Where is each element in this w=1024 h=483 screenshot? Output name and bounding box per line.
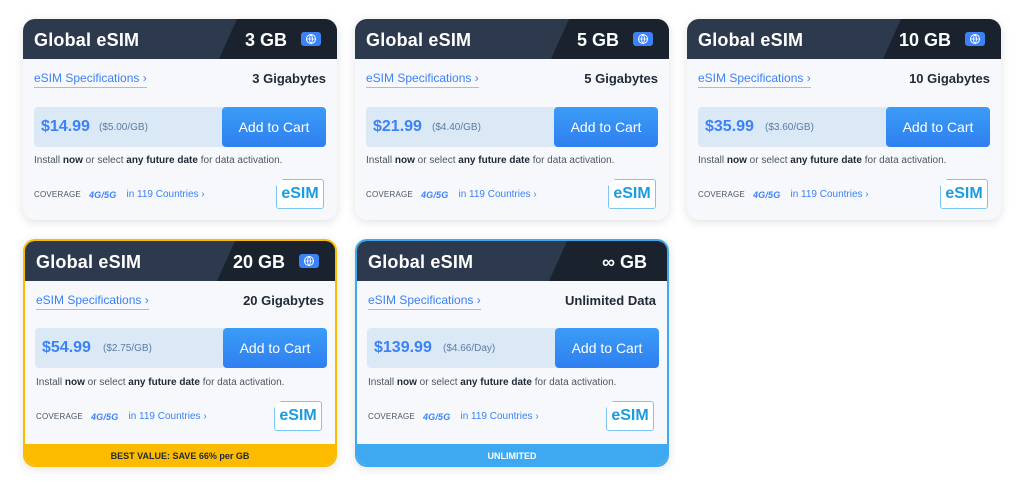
data-amount: 5 Gigabytes (584, 71, 658, 86)
plan-name: Global eSIM (366, 30, 472, 50)
plan-size: 10 GB (898, 30, 951, 50)
countries-link[interactable]: in 119 Countries › (126, 189, 204, 200)
activation-note: Install now or select any future date fo… (34, 155, 283, 166)
coverage-info: COVERAGE 4G/5G in 119 Countries › (34, 189, 205, 200)
plan-card-unlimited: Global eSIM ∞ GB eSIM Specifications › U… (355, 239, 669, 467)
best-value-banner: BEST VALUE: SAVE 66% per GB (25, 444, 335, 465)
esim-badge-icon: eSIM (276, 179, 324, 209)
plan-size: 5 GB (576, 30, 619, 50)
countries-link[interactable]: in 119 Countries › (790, 189, 868, 200)
specifications-link[interactable]: eSIM Specifications › (366, 71, 479, 88)
coverage-info: COVERAGE 4G/5G in 119 Countries › (366, 189, 537, 200)
add-to-cart-button[interactable]: Add to Cart (222, 107, 326, 147)
price-per-unit: ($4.66/Day) (443, 343, 496, 354)
unlimited-banner: UNLIMITED (357, 444, 667, 465)
plan-name: Global eSIM (34, 30, 140, 50)
specifications-link[interactable]: eSIM Specifications › (34, 71, 147, 88)
coverage-info: COVERAGE 4G/5G in 119 Countries › (36, 411, 207, 422)
plan-card-3gb: Global eSIM 3 GB eSIM Specifications › 3… (23, 19, 337, 220)
data-amount: 3 Gigabytes (252, 71, 326, 86)
plan-card-20gb: Global eSIM 20 GB eSIM Specifications › … (23, 239, 337, 467)
data-amount: 20 Gigabytes (243, 293, 324, 308)
plan-size: 20 GB (232, 252, 285, 272)
card-header: Global eSIM 10 GB (687, 19, 1001, 59)
price-per-unit: ($4.40/GB) (432, 122, 481, 133)
countries-link[interactable]: in 119 Countries › (460, 411, 538, 422)
esim-badge-icon: eSIM (274, 401, 322, 431)
price-row: $35.99 ($3.60/GB) Add to Cart (698, 107, 990, 147)
plan-name: Global eSIM (368, 252, 474, 272)
price: $35.99 (705, 118, 754, 135)
network-type: 4G/5G (88, 189, 117, 200)
globe-icon (299, 254, 319, 268)
card-header: Global eSIM 5 GB (355, 19, 669, 59)
add-to-cart-button[interactable]: Add to Cart (223, 328, 327, 368)
price-per-unit: ($5.00/GB) (99, 122, 148, 133)
globe-icon (965, 32, 985, 46)
price: $14.99 (41, 118, 90, 135)
network-type: 4G/5G (90, 411, 119, 422)
activation-note: Install now or select any future date fo… (698, 155, 947, 166)
plan-card-5gb: Global eSIM 5 GB eSIM Specifications › 5… (355, 19, 669, 220)
esim-badge-icon: eSIM (606, 401, 654, 431)
card-header: Global eSIM 3 GB (23, 19, 337, 59)
globe-icon (633, 32, 653, 46)
plan-size: ∞ GB (602, 252, 647, 272)
specifications-link[interactable]: eSIM Specifications › (698, 71, 811, 88)
price-per-unit: ($3.60/GB) (765, 122, 814, 133)
card-header: Global eSIM ∞ GB (357, 241, 667, 281)
plan-size: 3 GB (244, 30, 287, 50)
price-row: $54.99 ($2.75/GB) Add to Cart (35, 328, 327, 368)
globe-icon (301, 32, 321, 46)
activation-note: Install now or select any future date fo… (368, 377, 617, 388)
countries-link[interactable]: in 119 Countries › (458, 189, 536, 200)
price-row: $139.99 ($4.66/Day) Add to Cart (367, 328, 659, 368)
network-type: 4G/5G (422, 411, 451, 422)
specifications-link[interactable]: eSIM Specifications › (368, 293, 481, 310)
plan-card-10gb: Global eSIM 10 GB eSIM Specifications › … (687, 19, 1001, 220)
price: $139.99 (374, 339, 432, 356)
esim-badge-icon: eSIM (608, 179, 656, 209)
price: $21.99 (373, 118, 422, 135)
network-type: 4G/5G (420, 189, 449, 200)
price-per-unit: ($2.75/GB) (103, 343, 152, 354)
data-amount: Unlimited Data (564, 293, 656, 308)
coverage-info: COVERAGE 4G/5G in 119 Countries › (698, 189, 869, 200)
card-header: Global eSIM 20 GB (25, 241, 335, 281)
price-row: $14.99 ($5.00/GB) Add to Cart (34, 107, 326, 147)
countries-link[interactable]: in 119 Countries › (128, 411, 206, 422)
activation-note: Install now or select any future date fo… (366, 155, 615, 166)
plan-name: Global eSIM (36, 252, 142, 272)
esim-badge-icon: eSIM (940, 179, 988, 209)
network-type: 4G/5G (752, 189, 781, 200)
add-to-cart-button[interactable]: Add to Cart (886, 107, 990, 147)
price-row: $21.99 ($4.40/GB) Add to Cart (366, 107, 658, 147)
activation-note: Install now or select any future date fo… (36, 377, 285, 388)
add-to-cart-button[interactable]: Add to Cart (555, 328, 659, 368)
add-to-cart-button[interactable]: Add to Cart (554, 107, 658, 147)
data-amount: 10 Gigabytes (909, 71, 990, 86)
plan-name: Global eSIM (698, 30, 804, 50)
coverage-info: COVERAGE 4G/5G in 119 Countries › (368, 411, 539, 422)
specifications-link[interactable]: eSIM Specifications › (36, 293, 149, 310)
price: $54.99 (42, 339, 91, 356)
